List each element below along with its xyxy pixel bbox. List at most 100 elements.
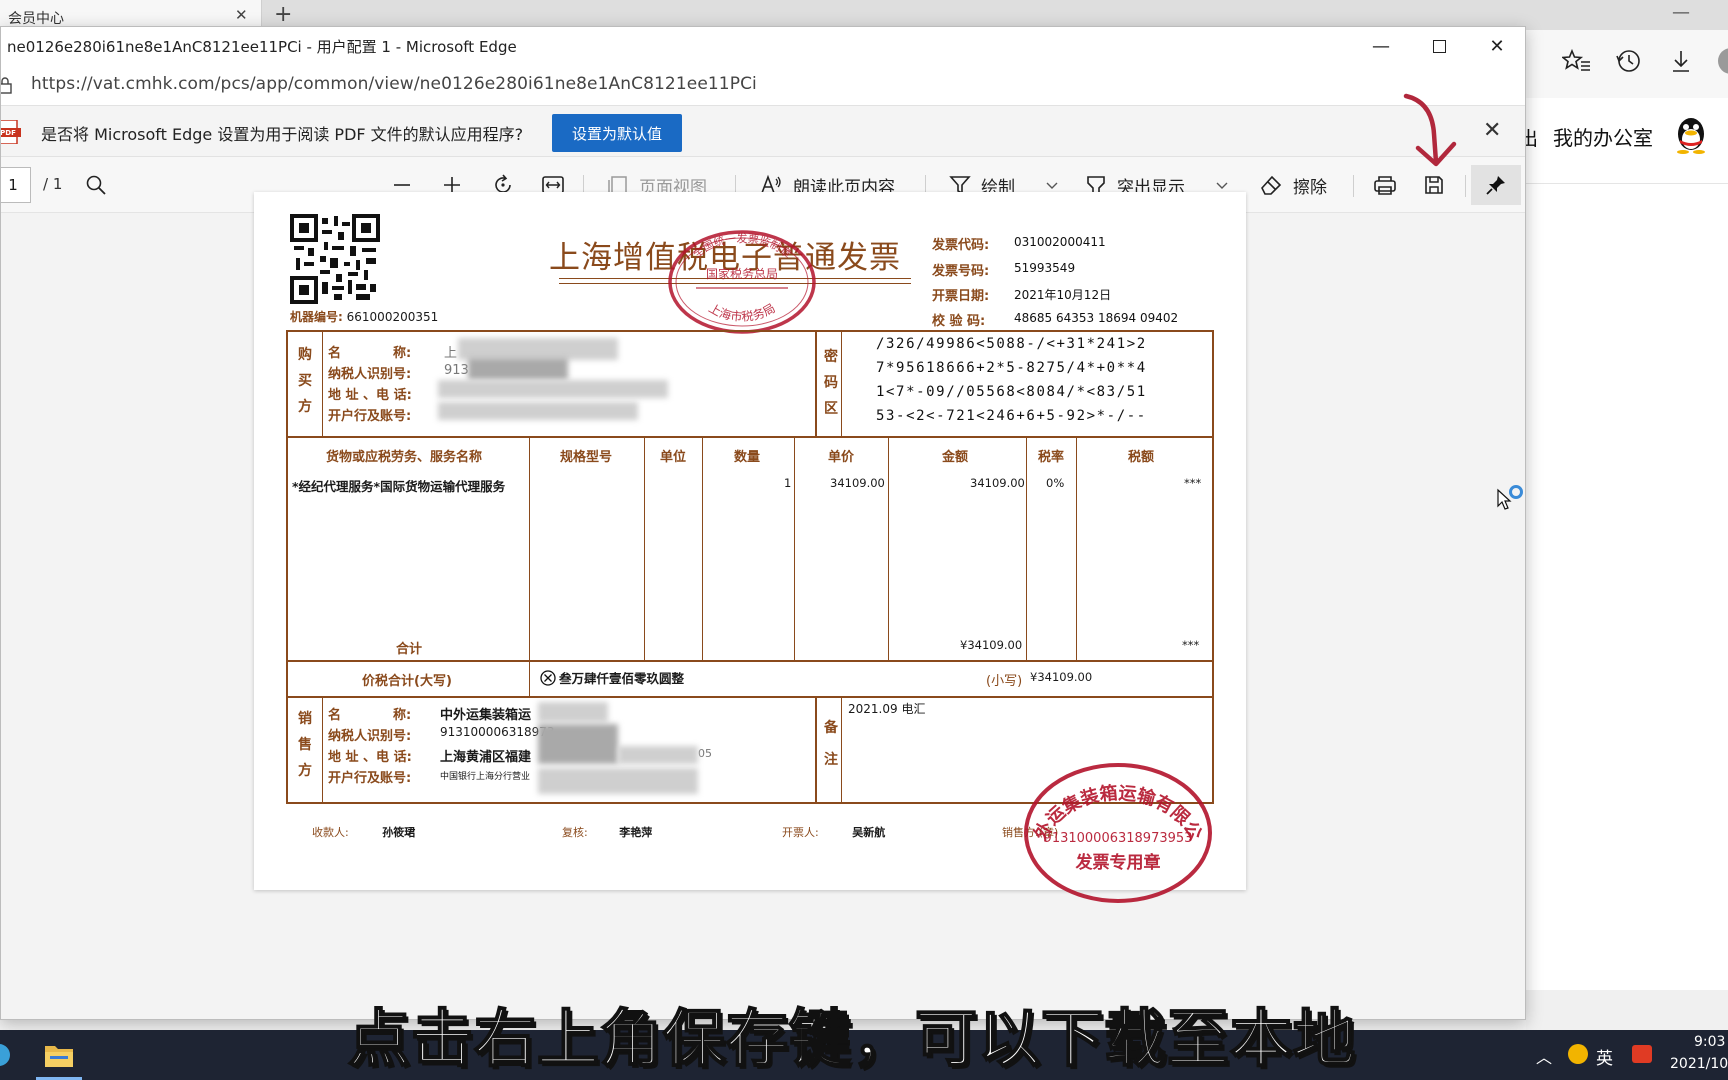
svg-text:全国统一发票监制章: 全国统一发票监制章 — [690, 231, 795, 261]
svg-text:上海市税务局: 上海市税务局 — [706, 301, 777, 324]
machine-number-value: 661000200351 — [346, 310, 439, 324]
downloads-icon[interactable] — [1666, 46, 1696, 76]
save-button[interactable] — [1423, 171, 1445, 199]
start-button[interactable] — [0, 1044, 10, 1066]
item-tax-rate: 0% — [1046, 476, 1065, 490]
buyer-side-char: 方 — [298, 399, 312, 415]
subtotal-tax: *** — [1182, 638, 1200, 652]
seller-tax-id-label: 纳税人识别号: — [328, 729, 412, 744]
reviewer-label: 复核: — [562, 826, 588, 839]
cipher-side-char: 密 — [824, 349, 838, 365]
tray-app-icon[interactable] — [1568, 1044, 1588, 1064]
cipher-side-char: 码 — [824, 375, 838, 391]
buyer-tax-id-label: 纳税人识别号: — [328, 367, 412, 382]
company-invoice-seal: 中外运集装箱运输有限公司 913100006318973953 发票专用章 — [1020, 760, 1212, 903]
item-quantity: 1 — [784, 476, 792, 490]
grid-line — [841, 696, 842, 802]
qr-code-icon — [290, 214, 380, 304]
header-unit: 单位 — [660, 450, 687, 465]
invoice-code-label: 发票代码: — [932, 238, 990, 253]
redacted-block — [538, 702, 608, 722]
profile-avatar[interactable] — [1718, 48, 1728, 74]
tax-seal-top-text: 全国统一发票监制章 — [690, 231, 795, 261]
subtotal-amount: ¥34109.00 — [960, 638, 1023, 652]
grid-line — [644, 436, 645, 660]
grid-line — [288, 660, 1212, 662]
infobar-close-icon[interactable]: ✕ — [1483, 118, 1501, 143]
background-tab-close-icon[interactable]: ✕ — [235, 6, 248, 24]
chevron-down-icon — [1046, 182, 1058, 189]
buyer-side-char: 买 — [298, 373, 312, 389]
favorites-icon[interactable] — [1562, 46, 1592, 76]
header-tax-rate: 税率 — [1038, 450, 1065, 465]
seller-bank-label: 开户行及账号: — [328, 771, 412, 786]
mouse-cursor-icon — [1497, 485, 1523, 510]
default-pdf-infobar: PDF 是否将 Microsoft Edge 设置为用于阅读 PDF 文件的默认… — [1, 105, 1525, 157]
seller-name-label: 名 称: — [328, 708, 412, 723]
search-button[interactable] — [85, 171, 107, 199]
redacted-block — [538, 724, 618, 764]
maximize-icon — [1432, 39, 1446, 53]
set-default-button[interactable]: 设置为默认值 — [552, 114, 682, 152]
grid-line — [288, 696, 1212, 698]
buyer-name-value: 上 — [444, 346, 458, 361]
window-title-bar[interactable]: ne0126e280i61ne8e1AnC8121ee11PCi - 用户配置 … — [1, 27, 1525, 65]
address-bar[interactable]: https://vat.cmhk.com/pcs/app/common/view… — [0, 65, 1525, 105]
issuer: 开票人: 吴新航 — [782, 824, 885, 840]
tax-seal-mid-text: 国家税务总局 — [706, 266, 778, 281]
header-item-name: 货物或应税劳务、服务名称 — [326, 450, 483, 465]
reviewer-value: 李艳萍 — [619, 826, 653, 839]
background-minimize-icon[interactable]: — — [1672, 2, 1690, 23]
invoice-code: 031002000411 — [1014, 235, 1106, 249]
invoice-number-label: 发票号码: — [932, 264, 990, 279]
header-unit-price: 单价 — [828, 450, 855, 465]
remark-side-char: 备 — [824, 720, 838, 736]
file-explorer-icon[interactable] — [44, 1042, 74, 1068]
background-browser-toolbar — [1526, 30, 1728, 98]
seller-side-char: 售 — [298, 737, 312, 753]
minimize-button[interactable]: — — [1353, 27, 1409, 65]
remark-side-label: 备 注 — [821, 712, 841, 776]
grid-line — [794, 436, 795, 660]
check-code: 48685 64353 18694 09402 — [1014, 311, 1179, 325]
tray-chevron-up-icon[interactable]: ︿ — [1536, 1044, 1552, 1068]
lock-icon[interactable] — [0, 75, 13, 95]
url-text[interactable]: https://vat.cmhk.com/pcs/app/common/view… — [31, 74, 757, 94]
header-quantity: 数量 — [734, 450, 761, 465]
buyer-side-char: 购 — [298, 347, 312, 363]
buyer-side-label: 购 买 方 — [295, 342, 315, 420]
issuer-value: 吴新航 — [852, 826, 886, 839]
pin-toolbar-button[interactable] — [1471, 165, 1521, 205]
qq-penguin-icon[interactable] — [1674, 114, 1708, 154]
sogou-input-icon[interactable] — [1632, 1045, 1652, 1063]
minimize-icon: — — [1372, 35, 1390, 57]
total-caps-label: 价税合计(大写) — [362, 674, 452, 689]
ime-indicator[interactable]: 英 — [1596, 1044, 1613, 1069]
cipher-line: 1<7*-09//05568<8084/*<83/51 — [876, 384, 1147, 400]
clock-time[interactable]: 9:03 — [1694, 1034, 1725, 1050]
new-tab-button[interactable]: + — [274, 2, 292, 27]
company-seal-bottom: 发票专用章 — [1075, 852, 1161, 873]
item-name: *经纪代理服务*国际货物运输代理服务 — [292, 479, 506, 494]
maximize-button[interactable] — [1411, 27, 1467, 65]
erase-button[interactable]: 擦除 — [1259, 171, 1327, 199]
clock-date[interactable]: 2021/10 — [1670, 1056, 1728, 1072]
save-icon — [1425, 176, 1443, 194]
page-number-input[interactable]: 1 — [1, 167, 31, 203]
background-tab-title: 会员中心 — [8, 11, 64, 27]
print-button[interactable] — [1373, 171, 1397, 199]
invoice-page: 机器编号: 661000200351 上海增值税电子普通发票 全国统一发票监制章… — [254, 192, 1246, 903]
buyer-bank-label: 开户行及账号: — [328, 409, 412, 424]
close-window-button[interactable]: ✕ — [1469, 27, 1525, 65]
grid-line — [322, 332, 323, 436]
subtotal-label: 合计 — [396, 642, 423, 657]
grid-line — [815, 696, 817, 802]
history-icon[interactable] — [1614, 46, 1644, 76]
my-office-link[interactable]: 我的办公室 — [1553, 122, 1653, 151]
reviewer: 复核: 李艳萍 — [562, 824, 652, 840]
item-unit-price: 34109.00 — [830, 476, 885, 490]
payee-value: 孙筱珺 — [382, 826, 416, 839]
payee: 收款人: 孙筱珺 — [312, 824, 415, 840]
seller-bank-value: 中国银行上海分行营业 — [440, 772, 531, 782]
pdf-file-icon: PDF — [1, 120, 21, 144]
